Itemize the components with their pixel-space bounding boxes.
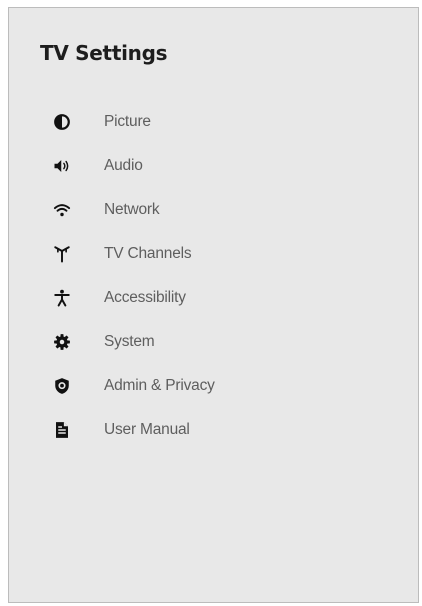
menu-item-label: Accessibility <box>104 289 186 306</box>
menu-item-label: Admin & Privacy <box>104 377 215 394</box>
speaker-icon <box>52 156 72 176</box>
menu-item-label: TV Channels <box>104 245 192 262</box>
contrast-icon <box>52 112 72 132</box>
menu-item-tv-channels[interactable]: TV Channels <box>9 232 418 276</box>
settings-panel: TV Settings Picture Audio Network TV Cha… <box>8 7 419 603</box>
document-icon <box>52 420 72 440</box>
menu-item-accessibility[interactable]: Accessibility <box>9 276 418 320</box>
menu-item-admin-privacy[interactable]: Admin & Privacy <box>9 364 418 408</box>
menu-item-picture[interactable]: Picture <box>9 100 418 144</box>
menu-item-label: Audio <box>104 157 143 174</box>
menu-item-audio[interactable]: Audio <box>9 144 418 188</box>
menu-item-label: Network <box>104 201 160 218</box>
shield-icon <box>52 376 72 396</box>
settings-menu: Picture Audio Network TV Channels Access… <box>9 100 418 452</box>
wifi-icon <box>52 200 72 220</box>
page-title: TV Settings <box>40 41 168 65</box>
menu-item-system[interactable]: System <box>9 320 418 364</box>
antenna-icon <box>52 244 72 264</box>
gear-icon <box>52 332 72 352</box>
menu-item-label: Picture <box>104 113 151 130</box>
menu-item-user-manual[interactable]: User Manual <box>9 408 418 452</box>
menu-item-label: User Manual <box>104 421 190 438</box>
accessibility-icon <box>52 288 72 308</box>
menu-item-network[interactable]: Network <box>9 188 418 232</box>
menu-item-label: System <box>104 333 155 350</box>
